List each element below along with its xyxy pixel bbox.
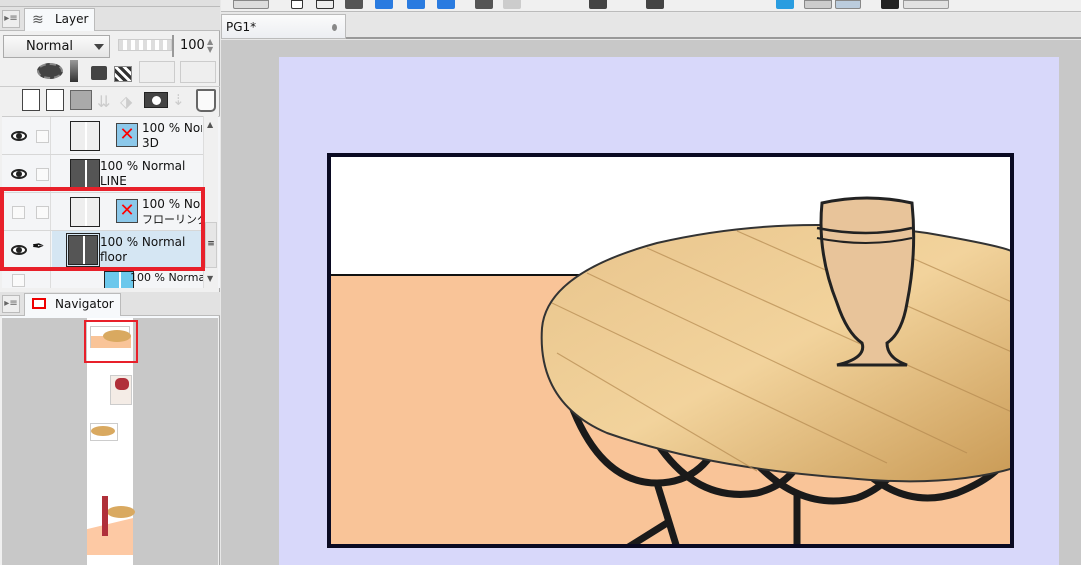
- ruler-icon[interactable]: [180, 61, 216, 83]
- layer-row-partial[interactable]: 100 % Normal: [2, 269, 204, 288]
- navigator-icon: [32, 298, 46, 309]
- layer-name: 3D: [142, 136, 159, 150]
- table-thumbnail: [90, 423, 118, 441]
- new-raster-layer-icon[interactable]: [22, 89, 40, 111]
- new-icon[interactable]: [291, 0, 303, 9]
- eye-icon[interactable]: [11, 131, 27, 141]
- tool-icon[interactable]: [589, 0, 607, 9]
- select-icon-3[interactable]: [437, 0, 455, 9]
- edit-target-checkbox[interactable]: [36, 168, 49, 181]
- tab-pg1[interactable]: PG1*: [221, 14, 346, 39]
- opacity-value[interactable]: 100: [180, 38, 205, 53]
- redo-icon[interactable]: [503, 0, 521, 9]
- document-tabbar: PG1*: [221, 13, 1081, 39]
- tab-label: Navigator: [55, 297, 114, 311]
- select-icon-2[interactable]: [407, 0, 425, 9]
- layer-mode: 100 % Normal: [130, 271, 204, 284]
- artwork-frame[interactable]: [327, 153, 1014, 548]
- selection-highlight-box: [0, 187, 205, 271]
- mask-icon[interactable]: [139, 61, 175, 83]
- toolbar-button[interactable]: [233, 0, 269, 9]
- figure-thumbnail: [102, 496, 108, 536]
- layer-mask-icon[interactable]: [144, 92, 168, 108]
- lock-transparency-icon[interactable]: [114, 66, 132, 82]
- transfer-down-icon[interactable]: ⇊: [97, 92, 115, 111]
- main-toolbar: [221, 0, 1081, 12]
- close-dot-icon[interactable]: [332, 24, 337, 31]
- opacity-slider[interactable]: [118, 39, 172, 51]
- clip-icon[interactable]: [37, 63, 63, 79]
- divider: [0, 86, 220, 87]
- table-thumbnail-2: [107, 506, 135, 518]
- layer-thumbnail: [70, 159, 100, 189]
- layer-tabbar: ▸≡ ≋ Layer: [0, 7, 220, 31]
- tool-button[interactable]: [903, 0, 949, 9]
- merge-down-icon[interactable]: ⬗: [120, 92, 140, 111]
- transform-icon[interactable]: [646, 0, 664, 9]
- layer-row-3d[interactable]: ✕ 100 % Normal 3D: [2, 117, 204, 155]
- grid-icon[interactable]: [835, 0, 861, 9]
- new-vector-layer-icon[interactable]: [46, 89, 64, 111]
- apply-mask-icon[interactable]: ⇣: [172, 91, 194, 109]
- panel-menu-icon[interactable]: ▸≡: [2, 295, 20, 313]
- 3d-object-icon: ✕: [116, 123, 138, 147]
- blend-mode-value: Normal: [26, 39, 74, 54]
- view-icon-2[interactable]: [804, 0, 832, 9]
- lock-icon[interactable]: [91, 66, 107, 80]
- tab-navigator[interactable]: Navigator: [24, 293, 121, 316]
- viewport-frame[interactable]: [84, 320, 138, 363]
- save-icon[interactable]: [345, 0, 363, 9]
- opacity-stepper-icon[interactable]: ▲ ▼: [207, 38, 213, 54]
- layer-scrollbar[interactable]: ▲ ≡ ▼: [203, 116, 218, 288]
- panel-menu-icon[interactable]: ▸≡: [2, 10, 20, 28]
- trash-icon[interactable]: [196, 89, 216, 112]
- new-folder-icon[interactable]: [70, 90, 92, 110]
- layer-mode: 100 % Normal: [100, 159, 186, 173]
- tab-label: PG1*: [226, 20, 257, 34]
- layers-icon: ≋: [32, 12, 44, 28]
- visibility-checkbox[interactable]: [12, 274, 25, 287]
- eye-icon[interactable]: [11, 169, 27, 179]
- top-panel-edge: [0, 0, 220, 7]
- view-icon[interactable]: [776, 0, 794, 9]
- tab-label: Layer: [55, 12, 89, 26]
- character-thumbnail: [110, 375, 132, 405]
- opacity-slider-handle[interactable]: [172, 35, 174, 57]
- chevron-down-icon: [94, 44, 104, 50]
- layer-actions-toolbar: ⇊ ⬗ ⇣: [0, 88, 220, 114]
- tool-icon-2[interactable]: [881, 0, 899, 9]
- tab-layer[interactable]: ≋ Layer: [24, 8, 96, 31]
- navigator-preview[interactable]: [2, 318, 218, 565]
- select-icon[interactable]: [375, 0, 393, 9]
- open-icon[interactable]: [316, 0, 334, 9]
- 3d-layer-thumbnail: [70, 121, 100, 151]
- scroll-thumb[interactable]: ≡: [205, 222, 217, 268]
- left-panel: ▸≡ ≋ Layer Normal 100 ▲ ▼ ⇊ ⬗ ⇣ ✕ 100 % …: [0, 0, 220, 565]
- edit-target-checkbox[interactable]: [36, 130, 49, 143]
- layer-mode: 100 % Normal: [142, 121, 202, 135]
- undo-icon[interactable]: [475, 0, 493, 9]
- reference-layer-icon[interactable]: [70, 60, 78, 82]
- layer-properties-toolbar: [0, 60, 220, 86]
- blend-mode-select[interactable]: Normal: [3, 35, 110, 58]
- navigator-tabbar: ▸≡ Navigator: [0, 292, 220, 316]
